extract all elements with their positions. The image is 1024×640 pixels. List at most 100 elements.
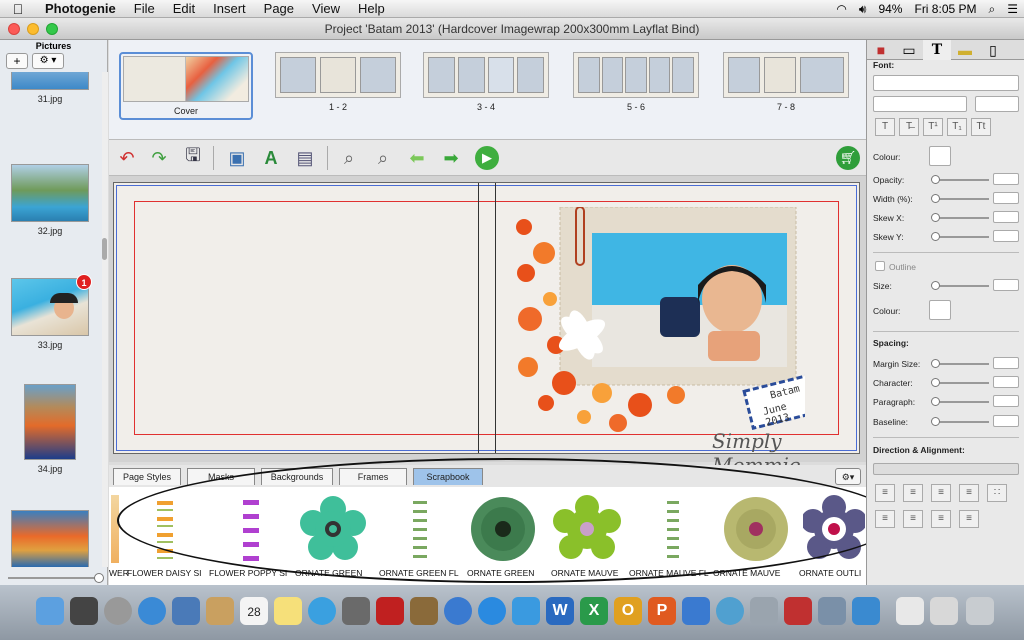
font-style-select[interactable]	[873, 96, 967, 112]
minimize-window-button[interactable]	[27, 23, 39, 35]
page-tile-3-4[interactable]: 3 - 4	[423, 52, 549, 112]
zoom-window-button[interactable]	[46, 23, 58, 35]
previous-page-icon[interactable]: ⬅	[405, 146, 429, 170]
powerpoint-icon[interactable]: P	[648, 597, 676, 625]
shape-tab-icon[interactable]: ■	[867, 40, 895, 60]
facetime-icon[interactable]	[342, 597, 370, 625]
baseline-slider[interactable]	[931, 417, 989, 426]
safari-icon[interactable]	[138, 597, 166, 625]
volume-icon[interactable]: 🔊︎	[853, 2, 873, 17]
menu-page[interactable]: Page	[255, 1, 303, 16]
align-middle-button[interactable]: ≡	[903, 510, 923, 528]
add-picture-button[interactable]: +	[6, 53, 28, 69]
system-preferences-icon[interactable]	[512, 597, 540, 625]
picture-list[interactable]: 31.jpg 32.jpg 1 33.jpg 34.jpg	[0, 72, 102, 567]
picture-item[interactable]: 34.jpg	[0, 384, 100, 474]
font-size-select[interactable]	[975, 96, 1019, 112]
apple-icon[interactable]: 	[0, 1, 36, 17]
messages-icon[interactable]	[308, 597, 336, 625]
trash-icon[interactable]	[966, 597, 994, 625]
margin-size-slider[interactable]	[931, 359, 989, 368]
picture-item[interactable]	[0, 510, 100, 567]
gear-menu-button[interactable]: ⚙ ▾	[32, 53, 64, 69]
character-slider[interactable]	[931, 378, 989, 387]
skew-y-slider[interactable]	[931, 232, 989, 241]
page-tab-icon[interactable]: ▯	[979, 40, 1007, 60]
outlook-icon[interactable]: O	[614, 597, 642, 625]
play-icon[interactable]: ▶	[475, 146, 499, 170]
skew-x-slider[interactable]	[931, 213, 989, 222]
close-window-button[interactable]	[8, 23, 20, 35]
menu-view[interactable]: View	[303, 1, 349, 16]
outline-size-input[interactable]	[993, 279, 1019, 291]
contacts-icon[interactable]	[206, 597, 234, 625]
picture-thumbnail[interactable]	[11, 164, 89, 222]
align-justify-button[interactable]: ≡	[959, 484, 979, 502]
insert-page-icon[interactable]: ▤	[293, 146, 317, 170]
page-tile-7-8[interactable]: 7 - 8	[723, 52, 849, 112]
outline-colour-swatch[interactable]	[929, 300, 951, 320]
menu-app[interactable]: Photogenie	[36, 1, 125, 16]
notification-icon[interactable]: ☰	[1001, 2, 1024, 16]
picture-thumbnail[interactable]	[11, 72, 89, 90]
opacity-input[interactable]	[993, 173, 1019, 185]
menu-file[interactable]: File	[125, 1, 164, 16]
frame-tab-icon[interactable]: ▭	[895, 40, 923, 60]
picture-item[interactable]: 32.jpg	[0, 164, 100, 236]
add-image-icon[interactable]: ▣	[225, 146, 249, 170]
align-center-button[interactable]: ≡	[903, 484, 923, 502]
picture-item[interactable]: 1 33.jpg	[0, 274, 100, 350]
documents-stack-icon[interactable]	[896, 597, 924, 625]
thumbnail-size-slider[interactable]	[8, 573, 104, 583]
calendar-icon[interactable]: 28	[240, 597, 268, 625]
page-spread[interactable]: Batam June 2013 Simply Mommie	[113, 182, 860, 477]
launchpad-icon[interactable]	[104, 597, 132, 625]
baseline-input[interactable]	[993, 415, 1019, 427]
menu-help[interactable]: Help	[349, 1, 394, 16]
add-text-icon[interactable]: A	[259, 146, 283, 170]
character-input[interactable]	[993, 376, 1019, 388]
mail-icon[interactable]	[172, 597, 200, 625]
text-style-button[interactable]: T	[875, 118, 895, 136]
save-icon[interactable]: 🖫︎	[181, 145, 205, 170]
joystick-icon[interactable]	[784, 597, 812, 625]
clock[interactable]: Fri 8:05 PM	[908, 2, 982, 16]
paragraph-slider[interactable]	[931, 397, 989, 406]
undo-icon[interactable]: ↶	[115, 146, 139, 170]
tray-item[interactable]	[111, 495, 119, 563]
spotlight-icon[interactable]: ⌕	[983, 2, 1002, 17]
satellite-icon[interactable]	[750, 597, 778, 625]
skew-y-input[interactable]	[993, 230, 1019, 242]
menu-insert[interactable]: Insert	[204, 1, 255, 16]
remote-desktop-icon[interactable]	[716, 597, 744, 625]
page-tile-5-6[interactable]: 5 - 6	[573, 52, 699, 112]
finder-icon[interactable]	[36, 597, 64, 625]
battery-text[interactable]: 94%	[872, 2, 908, 16]
photogenie-icon[interactable]	[852, 597, 880, 625]
align-left-button[interactable]: ≡	[875, 484, 895, 502]
width-slider[interactable]	[931, 194, 989, 203]
word-icon[interactable]: W	[546, 597, 574, 625]
library-gear-button[interactable]: ⚙▾	[835, 468, 861, 485]
outline-checkbox[interactable]	[875, 261, 885, 271]
wifi-icon[interactable]: ◠	[830, 2, 852, 16]
align-fill-button[interactable]: ≡	[959, 510, 979, 528]
redo-icon[interactable]: ↷	[147, 146, 171, 170]
picture-thumbnail[interactable]	[24, 384, 76, 460]
text-tab-icon[interactable]: T	[923, 40, 951, 60]
photo-booth-icon[interactable]	[376, 597, 404, 625]
small-caps-button[interactable]: Tt	[971, 118, 991, 136]
itunes-icon[interactable]	[444, 597, 472, 625]
zoom-out-icon[interactable]: ⌕	[337, 146, 361, 170]
preview-icon[interactable]	[818, 597, 846, 625]
align-bottom-button[interactable]: ≡	[931, 510, 951, 528]
downloads-stack-icon[interactable]	[930, 597, 958, 625]
picture-thumbnail[interactable]	[11, 510, 89, 567]
page-tile-1-2[interactable]: 1 - 2	[275, 52, 401, 112]
excel-icon[interactable]: X	[580, 597, 608, 625]
ruler-tab-icon[interactable]: ▬	[951, 40, 979, 60]
outline-size-slider[interactable]	[931, 281, 989, 290]
text-colour-swatch[interactable]	[929, 146, 951, 166]
align-right-button[interactable]: ≡	[931, 484, 951, 502]
messenger-icon[interactable]	[682, 597, 710, 625]
